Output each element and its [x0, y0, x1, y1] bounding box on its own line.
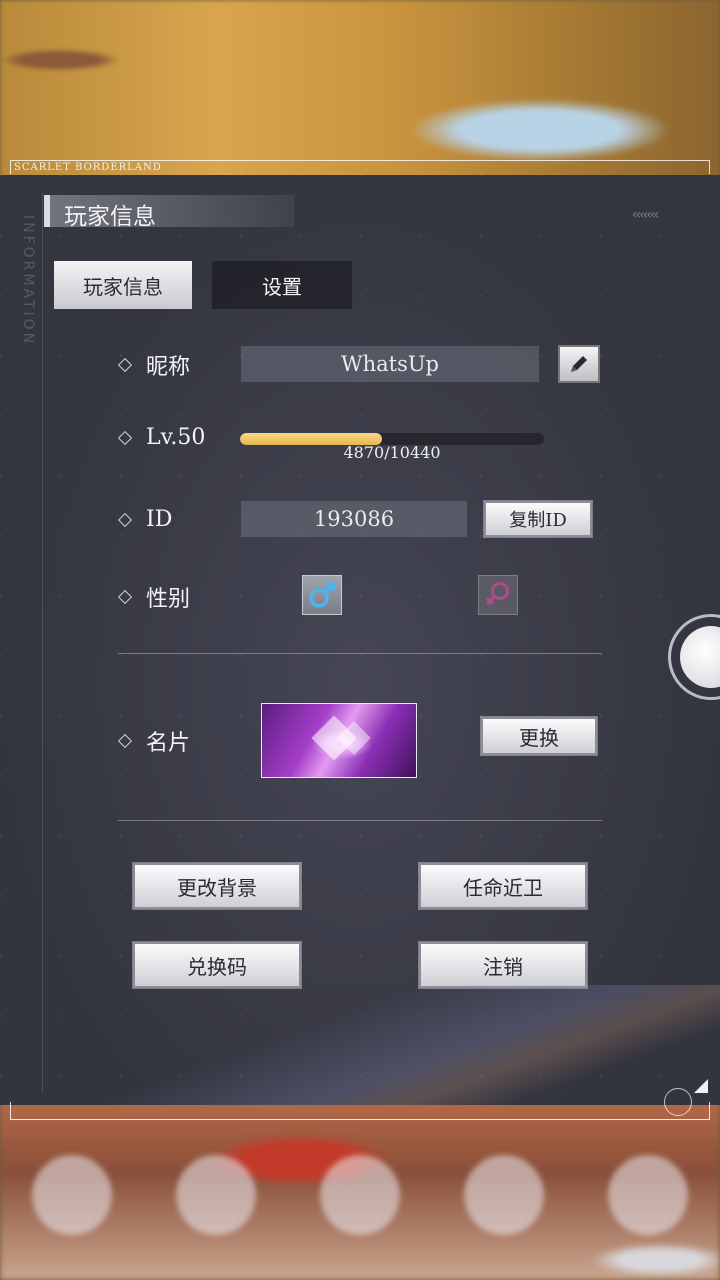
change-card-button[interactable]: 更换	[481, 717, 597, 755]
diamond-bullet-icon	[117, 430, 133, 445]
gender-row-label: 性别	[117, 581, 191, 613]
logout-button[interactable]: 注销	[419, 942, 587, 988]
diamond-bullet-icon	[117, 357, 133, 373]
redeem-code-button[interactable]: 兑换码	[133, 942, 301, 988]
nickname-field: WhatsUp	[241, 346, 539, 382]
section-divider	[118, 820, 602, 821]
panel-title-bar: 玩家信息	[44, 195, 294, 230]
level-label: Lv.50	[146, 425, 206, 450]
nav-icon-blurred	[464, 1155, 544, 1235]
female-symbol-icon	[485, 582, 509, 606]
edit-nickname-button[interactable]	[558, 345, 600, 383]
section-divider	[118, 653, 602, 654]
tab-player-info[interactable]: 玩家信息	[54, 261, 192, 309]
male-symbol-icon	[309, 582, 335, 608]
gender-male-button[interactable]	[302, 575, 342, 615]
level-row-label: Lv.50	[117, 425, 206, 450]
diamond-bullet-icon	[117, 589, 133, 605]
id-label: ID	[146, 507, 173, 532]
card-label: 名片	[146, 731, 191, 756]
card-row-label: 名片	[117, 725, 191, 757]
nav-icon-blurred	[320, 1155, 400, 1235]
brand-text: SCARLET BORDERLAND	[14, 162, 162, 173]
tab-settings[interactable]: 设置	[212, 261, 352, 309]
panel-title: 玩家信息	[64, 204, 156, 230]
compass-icon	[664, 1088, 692, 1116]
frame-bottom-line	[10, 1102, 710, 1120]
pencil-icon	[571, 356, 587, 372]
bottom-nav-blurred	[0, 1130, 720, 1260]
name-card-image	[261, 703, 417, 778]
nav-icon-blurred	[608, 1155, 688, 1235]
nav-icon-blurred	[32, 1155, 112, 1235]
nickname-row-label: 昵称	[117, 349, 191, 381]
corner-triangle-icon	[694, 1079, 708, 1093]
change-background-button[interactable]: 更改背景	[133, 863, 301, 909]
chevrons-decoration-icon: ‹‹‹‹‹‹‹	[632, 207, 659, 223]
copy-id-button[interactable]: 复制ID	[484, 501, 592, 537]
exp-text: 4870/10440	[343, 443, 441, 462]
nav-icon-blurred	[176, 1155, 256, 1235]
diamond-bullet-icon	[117, 512, 133, 527]
diamond-bullet-icon	[117, 733, 133, 749]
player-id-field: 193086	[241, 501, 467, 537]
floating-assist-button[interactable]	[668, 614, 720, 700]
appoint-guard-button[interactable]: 任命近卫	[419, 863, 587, 909]
gender-female-button[interactable]	[478, 575, 518, 615]
player-info-panel: INFORMATION 玩家信息 ‹‹‹‹‹‹‹ 玩家信息 设置 昵称 What…	[0, 175, 720, 1105]
side-label: INFORMATION	[20, 215, 36, 347]
id-row-label: ID	[117, 507, 173, 532]
background-top	[0, 0, 720, 180]
side-divider	[42, 193, 43, 1093]
nickname-label: 昵称	[146, 355, 191, 380]
gender-label: 性别	[146, 587, 191, 612]
